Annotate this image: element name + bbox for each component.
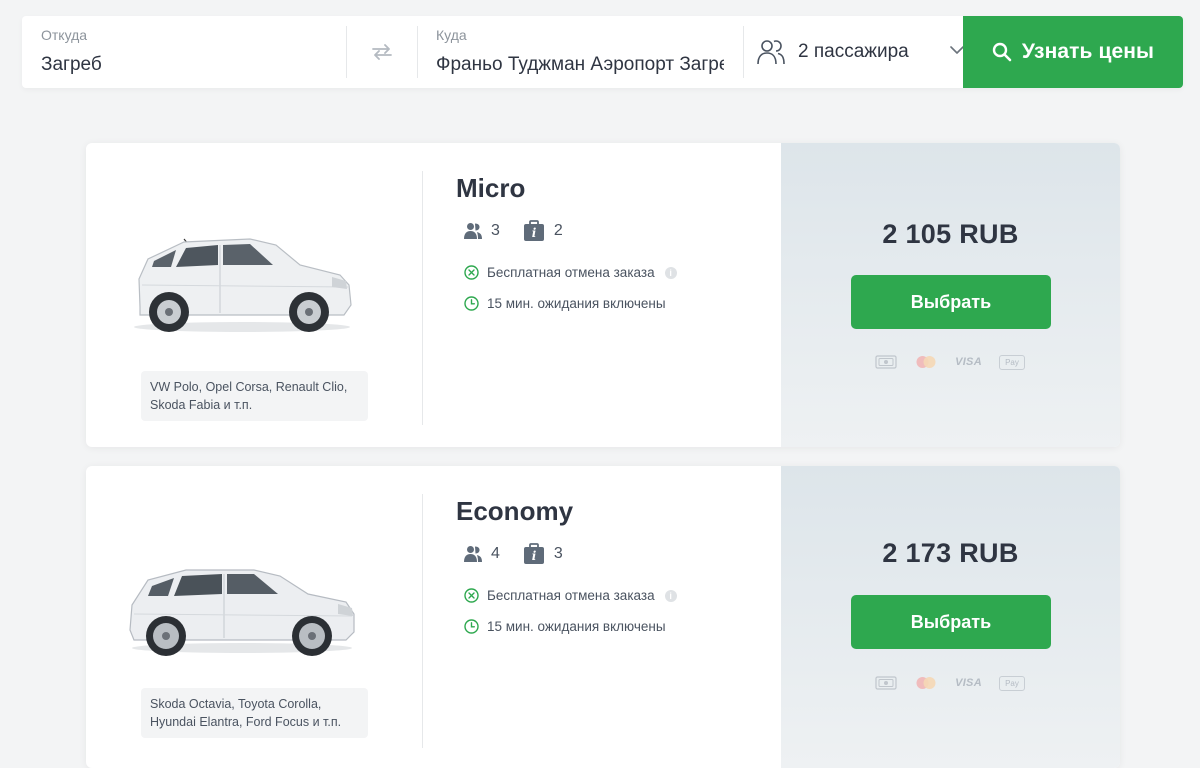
car-class-title: Micro	[456, 173, 526, 203]
svg-text:i: i	[532, 549, 537, 563]
waiting-time: 15 мин. ожидания включены	[464, 619, 666, 634]
price-panel: 2 173 RUB Выбрать VISA Pay	[781, 466, 1120, 768]
clock-icon	[464, 296, 479, 311]
find-prices-button[interactable]: Узнать цены	[963, 16, 1183, 88]
svg-text:i: i	[532, 226, 537, 240]
payment-methods: VISA Pay	[875, 675, 1025, 691]
passenger-count: 4	[491, 545, 500, 562]
passengers-dropdown[interactable]: 2 пассажира	[744, 16, 964, 88]
passenger-seat-icon	[464, 546, 482, 562]
cash-icon	[875, 355, 897, 369]
price: 2 105 RUB	[882, 219, 1019, 249]
swap-arrows-icon	[372, 44, 392, 60]
price-panel: 2 105 RUB Выбрать VISA Pay	[781, 143, 1120, 447]
free-cancellation-label: Бесплатная отмена заказа	[487, 588, 655, 603]
waiting-time-label: 15 мин. ожидания включены	[487, 619, 666, 634]
from-input[interactable]: Загреб	[41, 54, 102, 76]
from-label: Откуда	[41, 27, 88, 43]
cash-icon	[875, 676, 897, 690]
to-label: Куда	[436, 27, 467, 43]
car-image	[129, 569, 355, 656]
free-cancellation: Бесплатная отмена заказа i	[464, 588, 677, 603]
car-specs: 3 i 2	[464, 220, 586, 242]
luggage-count: 2	[553, 222, 563, 239]
to-input[interactable]: Франьо Туджман Аэропорт Загреб	[436, 54, 724, 76]
mastercard-icon	[916, 677, 936, 689]
payment-methods: VISA Pay	[875, 354, 1025, 370]
swap-button[interactable]	[347, 16, 417, 88]
mastercard-icon	[916, 356, 936, 368]
passengers-icon	[757, 40, 785, 65]
card-divider	[422, 171, 423, 425]
clock-icon	[464, 619, 479, 634]
info-icon[interactable]: i	[664, 266, 677, 279]
car-specs: 4 i 3	[464, 543, 586, 565]
luggage-icon: i	[523, 543, 544, 564]
luggage-icon: i	[523, 220, 544, 241]
result-card: Skoda Octavia, Toyota Corolla, Hyundai E…	[86, 466, 1120, 768]
search-bar: Откуда Загреб Куда Франьо Туджман Аэропо…	[22, 16, 1183, 88]
find-prices-label: Узнать цены	[1021, 40, 1155, 63]
passenger-seat-icon	[464, 223, 482, 239]
passengers-value: 2 пассажира	[798, 41, 909, 62]
price: 2 173 RUB	[882, 538, 1019, 568]
select-button[interactable]: Выбрать	[851, 275, 1051, 329]
car-models: VW Polo, Opel Corsa, Renault Clio, Skoda…	[141, 371, 368, 421]
card-divider	[422, 494, 423, 748]
luggage-capacity: i 3	[523, 543, 563, 565]
free-cancellation-label: Бесплатная отмена заказа	[487, 265, 655, 280]
luggage-count: 3	[553, 545, 563, 562]
apple-pay-icon: Pay	[998, 675, 1025, 691]
cancel-circle-icon	[464, 265, 479, 280]
passenger-count: 3	[491, 222, 500, 239]
luggage-capacity: i 2	[523, 220, 563, 242]
chevron-down-icon	[950, 46, 964, 54]
passenger-capacity: 3	[464, 222, 500, 240]
waiting-time-label: 15 мин. ожидания включены	[487, 296, 666, 311]
waiting-time: 15 мин. ожидания включены	[464, 296, 666, 311]
car-image	[134, 238, 352, 332]
visa-icon: VISA	[955, 677, 982, 689]
car-class-title: Economy	[456, 496, 574, 526]
from-field[interactable]: Откуда Загреб	[22, 16, 346, 88]
car-models: Skoda Octavia, Toyota Corolla, Hyundai E…	[141, 688, 368, 738]
free-cancellation: Бесплатная отмена заказа i	[464, 265, 677, 280]
apple-pay-icon: Pay	[998, 354, 1025, 370]
search-icon	[992, 42, 1012, 62]
result-card: VW Polo, Opel Corsa, Renault Clio, Skoda…	[86, 143, 1120, 447]
passenger-capacity: 4	[464, 545, 500, 563]
select-button[interactable]: Выбрать	[851, 595, 1051, 649]
cancel-circle-icon	[464, 588, 479, 603]
visa-icon: VISA	[955, 356, 982, 368]
info-icon[interactable]: i	[664, 589, 677, 602]
to-field[interactable]: Куда Франьо Туджман Аэропорт Загреб	[418, 16, 744, 88]
